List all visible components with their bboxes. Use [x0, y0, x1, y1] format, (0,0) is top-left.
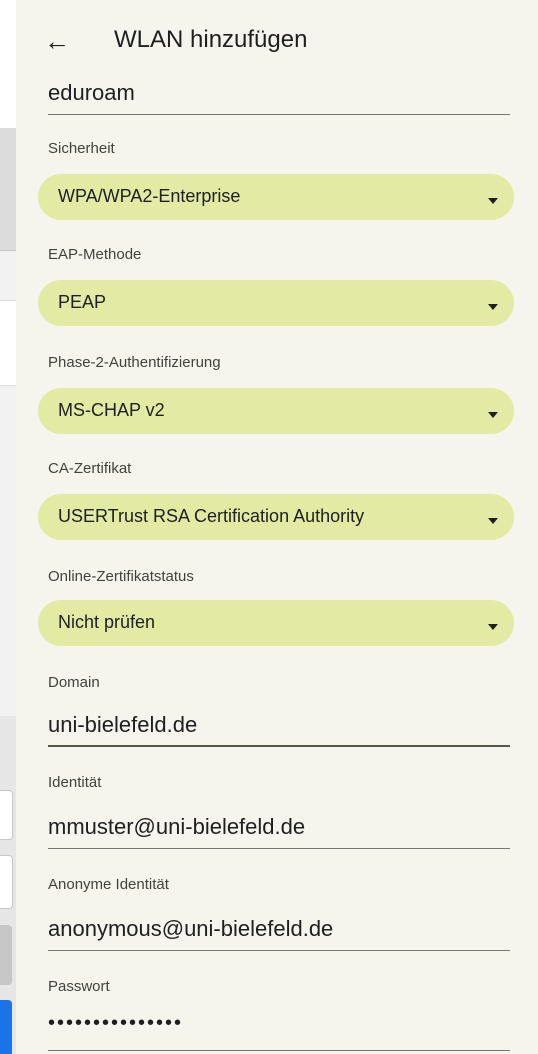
- eap-method-label: EAP-Methode: [48, 246, 142, 263]
- page-title: WLAN hinzufügen: [114, 26, 308, 53]
- ca-certificate-dropdown[interactable]: USERTrust RSA Certification Authority: [38, 494, 514, 540]
- background-button: [0, 925, 12, 985]
- background-input: [0, 790, 13, 840]
- dropdown-caret-icon: [488, 198, 498, 204]
- arrow-back-icon[interactable]: ←: [40, 24, 74, 58]
- password-underline: [48, 1050, 510, 1051]
- online-cert-status-dropdown[interactable]: Nicht prüfen: [38, 600, 514, 646]
- dropdown-caret-icon: [488, 412, 498, 418]
- eap-method-value: PEAP: [58, 292, 107, 312]
- online-cert-status-value: Nicht prüfen: [58, 612, 156, 632]
- background-list-row: [0, 300, 16, 346]
- app-bar: ← WLAN hinzufügen: [16, 0, 538, 80]
- phase2-auth-value: MS-CHAP v2: [58, 400, 165, 420]
- anonymous-identity-underline: [48, 950, 510, 951]
- dropdown-caret-icon: [488, 518, 498, 524]
- phase2-auth-dropdown[interactable]: MS-CHAP v2: [38, 388, 514, 434]
- identity-label: Identität: [48, 774, 102, 791]
- password-label: Passwort: [48, 978, 110, 995]
- online-cert-status-label: Online-Zertifikatstatus: [48, 568, 194, 585]
- ca-certificate-label: CA-Zertifikat: [48, 460, 132, 477]
- security-dropdown[interactable]: WPA/WPA2-Enterprise: [38, 174, 514, 220]
- password-input[interactable]: •••••••••••••••: [48, 1012, 183, 1035]
- background-window: [0, 0, 16, 1054]
- anonymous-identity-label: Anonyme Identität: [48, 876, 169, 893]
- domain-input[interactable]: uni-bielefeld.de: [48, 712, 197, 738]
- background-window-toolbar: [0, 128, 16, 251]
- ca-certificate-value: USERTrust RSA Certification Authority: [58, 506, 365, 526]
- dropdown-caret-icon: [488, 304, 498, 310]
- domain-label: Domain: [48, 674, 100, 691]
- network-name-field[interactable]: eduroam: [48, 80, 135, 106]
- network-name-underline: [48, 114, 510, 115]
- phase2-auth-label: Phase-2-Authentifizierung: [48, 354, 221, 371]
- identity-underline: [48, 848, 510, 849]
- security-value: WPA/WPA2-Enterprise: [58, 186, 241, 206]
- security-label: Sicherheit: [48, 140, 115, 157]
- background-primary-button: [0, 1000, 12, 1054]
- identity-input[interactable]: mmuster@uni-bielefeld.de: [48, 814, 305, 840]
- anonymous-identity-input[interactable]: anonymous@uni-bielefeld.de: [48, 916, 333, 942]
- dropdown-caret-icon: [488, 624, 498, 630]
- background-input: [0, 855, 13, 909]
- eap-method-dropdown[interactable]: PEAP: [38, 280, 514, 326]
- add-wifi-panel: ← WLAN hinzufügen eduroam Sicherheit WPA…: [16, 0, 538, 1054]
- domain-underline: [48, 745, 510, 747]
- background-list-row: [0, 345, 16, 386]
